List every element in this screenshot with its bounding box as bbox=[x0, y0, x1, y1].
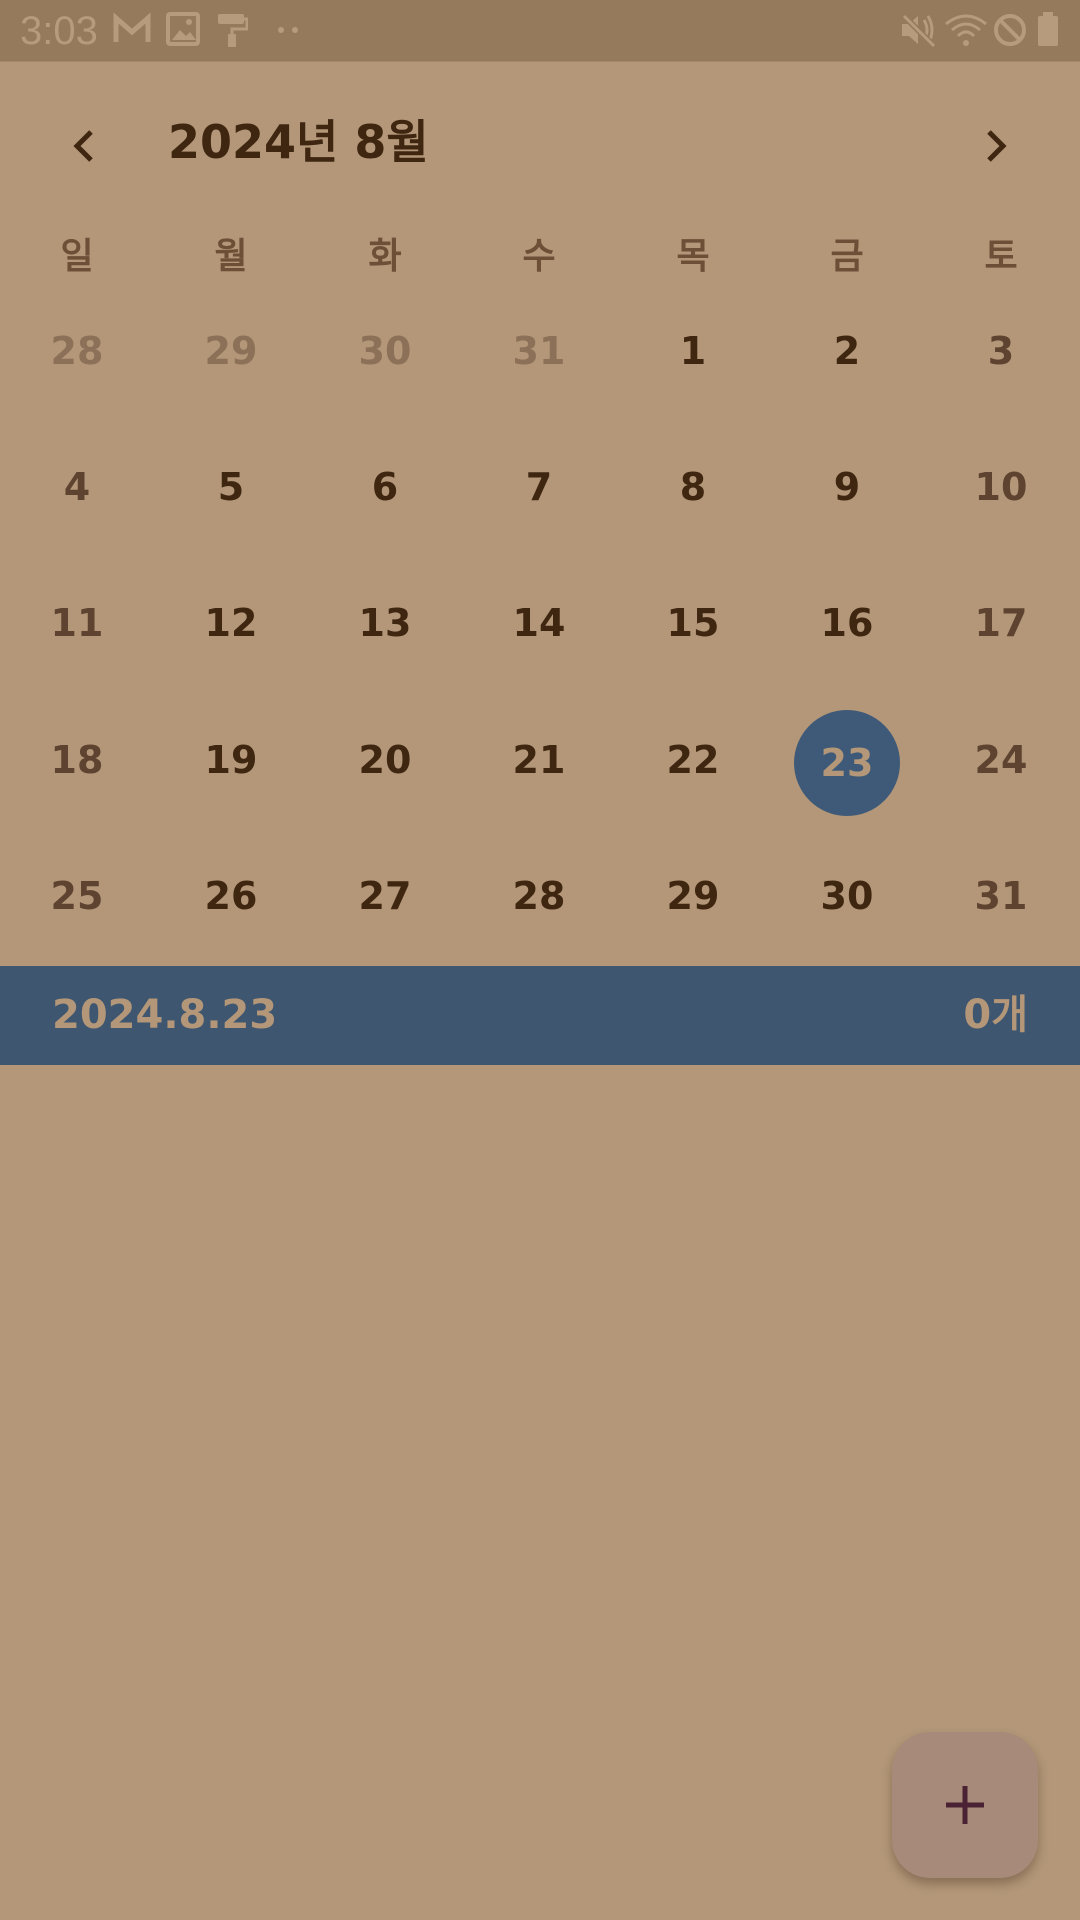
day-cell[interactable]: 17 bbox=[924, 568, 1078, 678]
day-cell[interactable]: 28 bbox=[462, 841, 616, 951]
weekday-fri: 금 bbox=[830, 236, 864, 277]
day-cell[interactable]: 30 bbox=[308, 296, 462, 406]
day-cell[interactable]: 27 bbox=[308, 841, 462, 951]
day-cell[interactable]: 1 bbox=[616, 296, 770, 406]
paint-roller-icon bbox=[216, 12, 248, 48]
day-cell[interactable]: 19 bbox=[154, 705, 308, 815]
selected-date-bar: 2024.8.23 0개 bbox=[0, 966, 1080, 1065]
day-cell[interactable]: 3 bbox=[924, 296, 1078, 406]
more-dots-icon bbox=[276, 12, 302, 48]
day-cell[interactable]: 13 bbox=[308, 568, 462, 678]
weekday-mon: 월 bbox=[214, 236, 248, 277]
selected-day-marker: 23 bbox=[794, 709, 900, 816]
plus-icon bbox=[946, 1786, 984, 1824]
day-cell[interactable]: 10 bbox=[924, 432, 1078, 542]
gmail-icon bbox=[112, 12, 152, 48]
weekday-sun: 일 bbox=[60, 236, 94, 277]
chevron-right-icon bbox=[987, 130, 1007, 162]
prev-month-button[interactable] bbox=[44, 106, 124, 186]
battery-icon bbox=[1036, 12, 1060, 48]
day-cell[interactable]: 2 bbox=[770, 296, 924, 406]
day-cell[interactable]: 26 bbox=[154, 841, 308, 951]
weekday-wed: 수 bbox=[522, 236, 556, 277]
next-month-button[interactable] bbox=[956, 106, 1036, 186]
day-cell[interactable]: 18 bbox=[0, 705, 154, 815]
day-cell[interactable]: 31 bbox=[462, 296, 616, 406]
day-cell[interactable]: 30 bbox=[770, 841, 924, 951]
day-cell[interactable]: 12 bbox=[154, 568, 308, 678]
weekday-tue: 화 bbox=[368, 236, 402, 277]
day-cell[interactable]: 9 bbox=[770, 432, 924, 542]
day-cell[interactable]: 11 bbox=[0, 568, 154, 678]
day-cell[interactable]: 6 bbox=[308, 432, 462, 542]
status-time: 3:03 bbox=[20, 9, 98, 53]
day-cell[interactable]: 4 bbox=[0, 432, 154, 542]
day-cell[interactable]: 5 bbox=[154, 432, 308, 542]
status-bar: 3:03 bbox=[0, 0, 1080, 62]
add-button[interactable] bbox=[892, 1732, 1038, 1878]
month-title: 2024년 8월 bbox=[168, 115, 429, 169]
mute-icon bbox=[900, 12, 938, 48]
do-not-disturb-icon bbox=[992, 12, 1028, 48]
day-cell[interactable]: 28 bbox=[0, 296, 154, 406]
day-cell[interactable]: 20 bbox=[308, 705, 462, 815]
day-cell[interactable]: 7 bbox=[462, 432, 616, 542]
weekday-thu: 목 bbox=[676, 236, 710, 277]
day-cell[interactable]: 31 bbox=[924, 841, 1078, 951]
day-cell[interactable]: 14 bbox=[462, 568, 616, 678]
chevron-left-icon bbox=[73, 130, 93, 162]
day-cell[interactable]: 24 bbox=[924, 705, 1078, 815]
wifi-icon bbox=[944, 12, 988, 48]
day-cell[interactable]: 25 bbox=[0, 841, 154, 951]
day-cell[interactable]: 29 bbox=[154, 296, 308, 406]
day-cell[interactable]: 15 bbox=[616, 568, 770, 678]
day-cell[interactable]: 16 bbox=[770, 568, 924, 678]
item-count-label: 0개 bbox=[963, 992, 1028, 1038]
weekday-sat: 토 bbox=[984, 236, 1018, 277]
day-cell-selected[interactable]: 23 bbox=[770, 705, 924, 816]
image-icon bbox=[166, 12, 200, 48]
selected-date-label: 2024.8.23 bbox=[52, 992, 278, 1038]
day-cell[interactable]: 21 bbox=[462, 705, 616, 815]
day-cell[interactable]: 29 bbox=[616, 841, 770, 951]
day-cell[interactable]: 8 bbox=[616, 432, 770, 542]
day-cell[interactable]: 22 bbox=[616, 705, 770, 815]
